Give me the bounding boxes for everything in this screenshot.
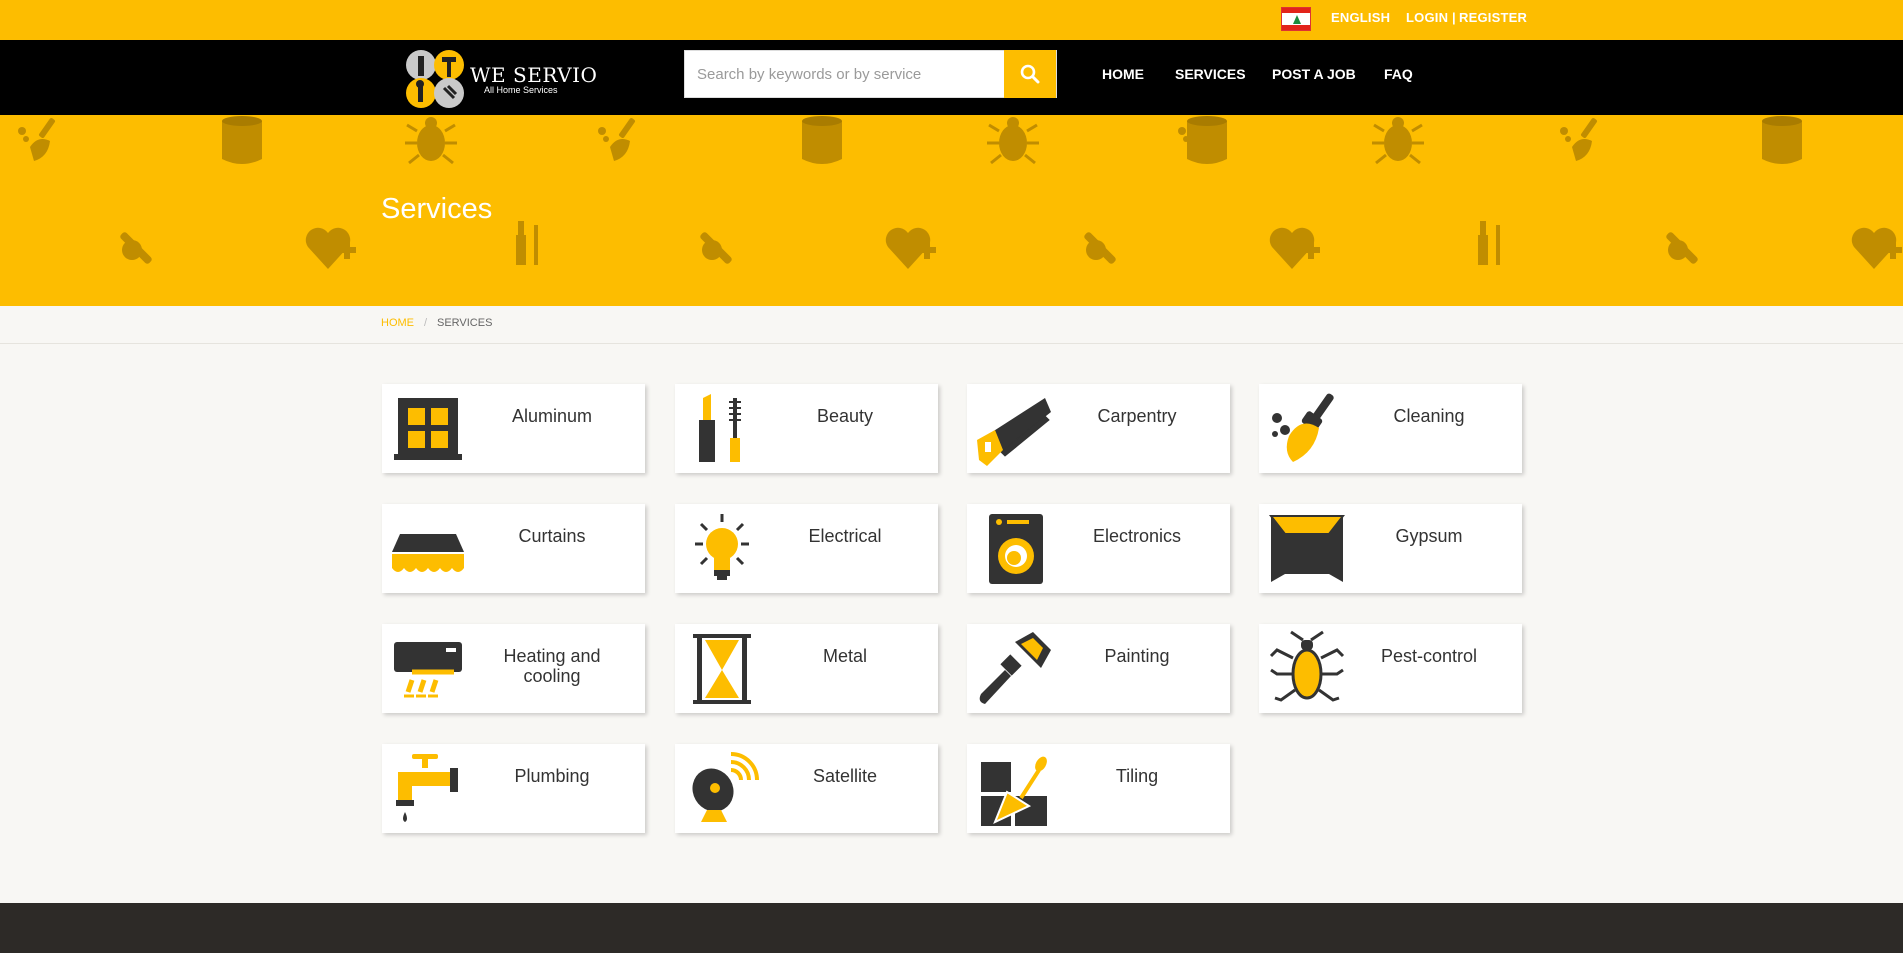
lightbulb-icon bbox=[695, 514, 749, 580]
service-card-tiling[interactable]: Tiling bbox=[967, 744, 1230, 833]
nav-faq[interactable]: FAQ bbox=[1384, 66, 1413, 82]
service-label: Tiling bbox=[1115, 766, 1159, 786]
search-button[interactable] bbox=[1004, 50, 1056, 98]
page-hero: Services bbox=[0, 115, 1903, 306]
service-label: Plumbing bbox=[514, 766, 590, 786]
service-label: Metal bbox=[822, 646, 867, 666]
service-label: Painting bbox=[1104, 646, 1170, 666]
service-label: Heating and cooling bbox=[503, 646, 601, 686]
service-card-satellite[interactable]: Satellite bbox=[675, 744, 938, 833]
service-card-plumbing[interactable]: Plumbing bbox=[382, 744, 645, 833]
air-conditioner-icon bbox=[394, 642, 462, 698]
service-label: Beauty bbox=[816, 406, 874, 426]
metal-frame-icon bbox=[693, 634, 751, 704]
service-card-metal[interactable]: Metal bbox=[675, 624, 938, 713]
site-logo[interactable]: WE SERVIO All Home Services bbox=[404, 48, 597, 108]
service-card-painting[interactable]: Painting bbox=[967, 624, 1230, 713]
nav-services[interactable]: SERVICES bbox=[1175, 66, 1246, 82]
footer bbox=[0, 903, 1903, 953]
service-card-curtains[interactable]: Curtains bbox=[382, 504, 645, 593]
nav-home[interactable]: HOME bbox=[1102, 66, 1144, 82]
nav-post-a-job[interactable]: POST A JOB bbox=[1272, 66, 1356, 82]
search-bar bbox=[684, 50, 1057, 98]
hero-pattern bbox=[18, 115, 1902, 269]
service-label: Gypsum bbox=[1395, 526, 1463, 546]
satellite-dish-icon bbox=[692, 752, 759, 822]
service-label: Satellite bbox=[812, 766, 878, 786]
breadcrumb-home[interactable]: HOME bbox=[381, 317, 414, 329]
service-card-aluminum[interactable]: Aluminum bbox=[382, 384, 645, 473]
trowel-tiles-icon bbox=[981, 756, 1047, 826]
faucet-icon bbox=[396, 754, 458, 822]
brand-tagline: All Home Services bbox=[484, 85, 558, 95]
awning-icon bbox=[392, 534, 464, 572]
window-icon bbox=[394, 398, 462, 460]
breadcrumb-separator: / bbox=[424, 317, 428, 329]
lipstick-mascara-icon bbox=[699, 394, 741, 462]
register-link[interactable]: REGISTER bbox=[1459, 10, 1527, 25]
ceiling-icon bbox=[1268, 515, 1345, 582]
service-label: Electronics bbox=[1092, 526, 1182, 546]
clover-logo-icon bbox=[406, 50, 464, 108]
breadcrumb-current: SERVICES bbox=[437, 317, 493, 329]
service-card-electronics[interactable]: Electronics bbox=[967, 504, 1230, 593]
saw-icon bbox=[977, 398, 1051, 466]
service-card-carpentry[interactable]: Carpentry bbox=[967, 384, 1230, 473]
service-card-electrical[interactable]: Electrical bbox=[675, 504, 938, 593]
top-bar: ENGLISH LOGIN | REGISTER bbox=[0, 0, 1903, 40]
service-label: Pest-control bbox=[1380, 646, 1478, 666]
service-card-cleaning[interactable]: Cleaning bbox=[1259, 384, 1522, 473]
page-title: Services bbox=[381, 193, 493, 225]
search-input[interactable] bbox=[685, 51, 1005, 97]
broom-icon bbox=[1272, 393, 1334, 462]
breadcrumb: HOME / SERVICES bbox=[0, 306, 1903, 344]
washing-machine-icon bbox=[989, 514, 1043, 584]
service-label: Carpentry bbox=[1097, 406, 1177, 426]
login-link[interactable]: LOGIN | bbox=[1406, 10, 1456, 25]
paintbrush-icon bbox=[979, 632, 1051, 704]
search-icon bbox=[1020, 64, 1040, 84]
service-card-pest-control[interactable]: Pest-control bbox=[1259, 624, 1522, 713]
service-label: Curtains bbox=[518, 526, 586, 546]
language-selector[interactable]: ENGLISH bbox=[1331, 10, 1390, 25]
lebanon-flag-icon[interactable] bbox=[1281, 7, 1311, 31]
service-card-beauty[interactable]: Beauty bbox=[675, 384, 938, 473]
brand-name: WE SERVIO bbox=[470, 63, 598, 87]
service-label: Aluminum bbox=[511, 406, 593, 426]
service-card-gypsum[interactable]: Gypsum bbox=[1259, 504, 1522, 593]
cockroach-icon bbox=[1269, 630, 1345, 702]
service-label: Electrical bbox=[808, 526, 882, 546]
service-card-heating-and-cooling[interactable]: Heating and cooling bbox=[382, 624, 645, 713]
service-label: Cleaning bbox=[1393, 406, 1465, 426]
